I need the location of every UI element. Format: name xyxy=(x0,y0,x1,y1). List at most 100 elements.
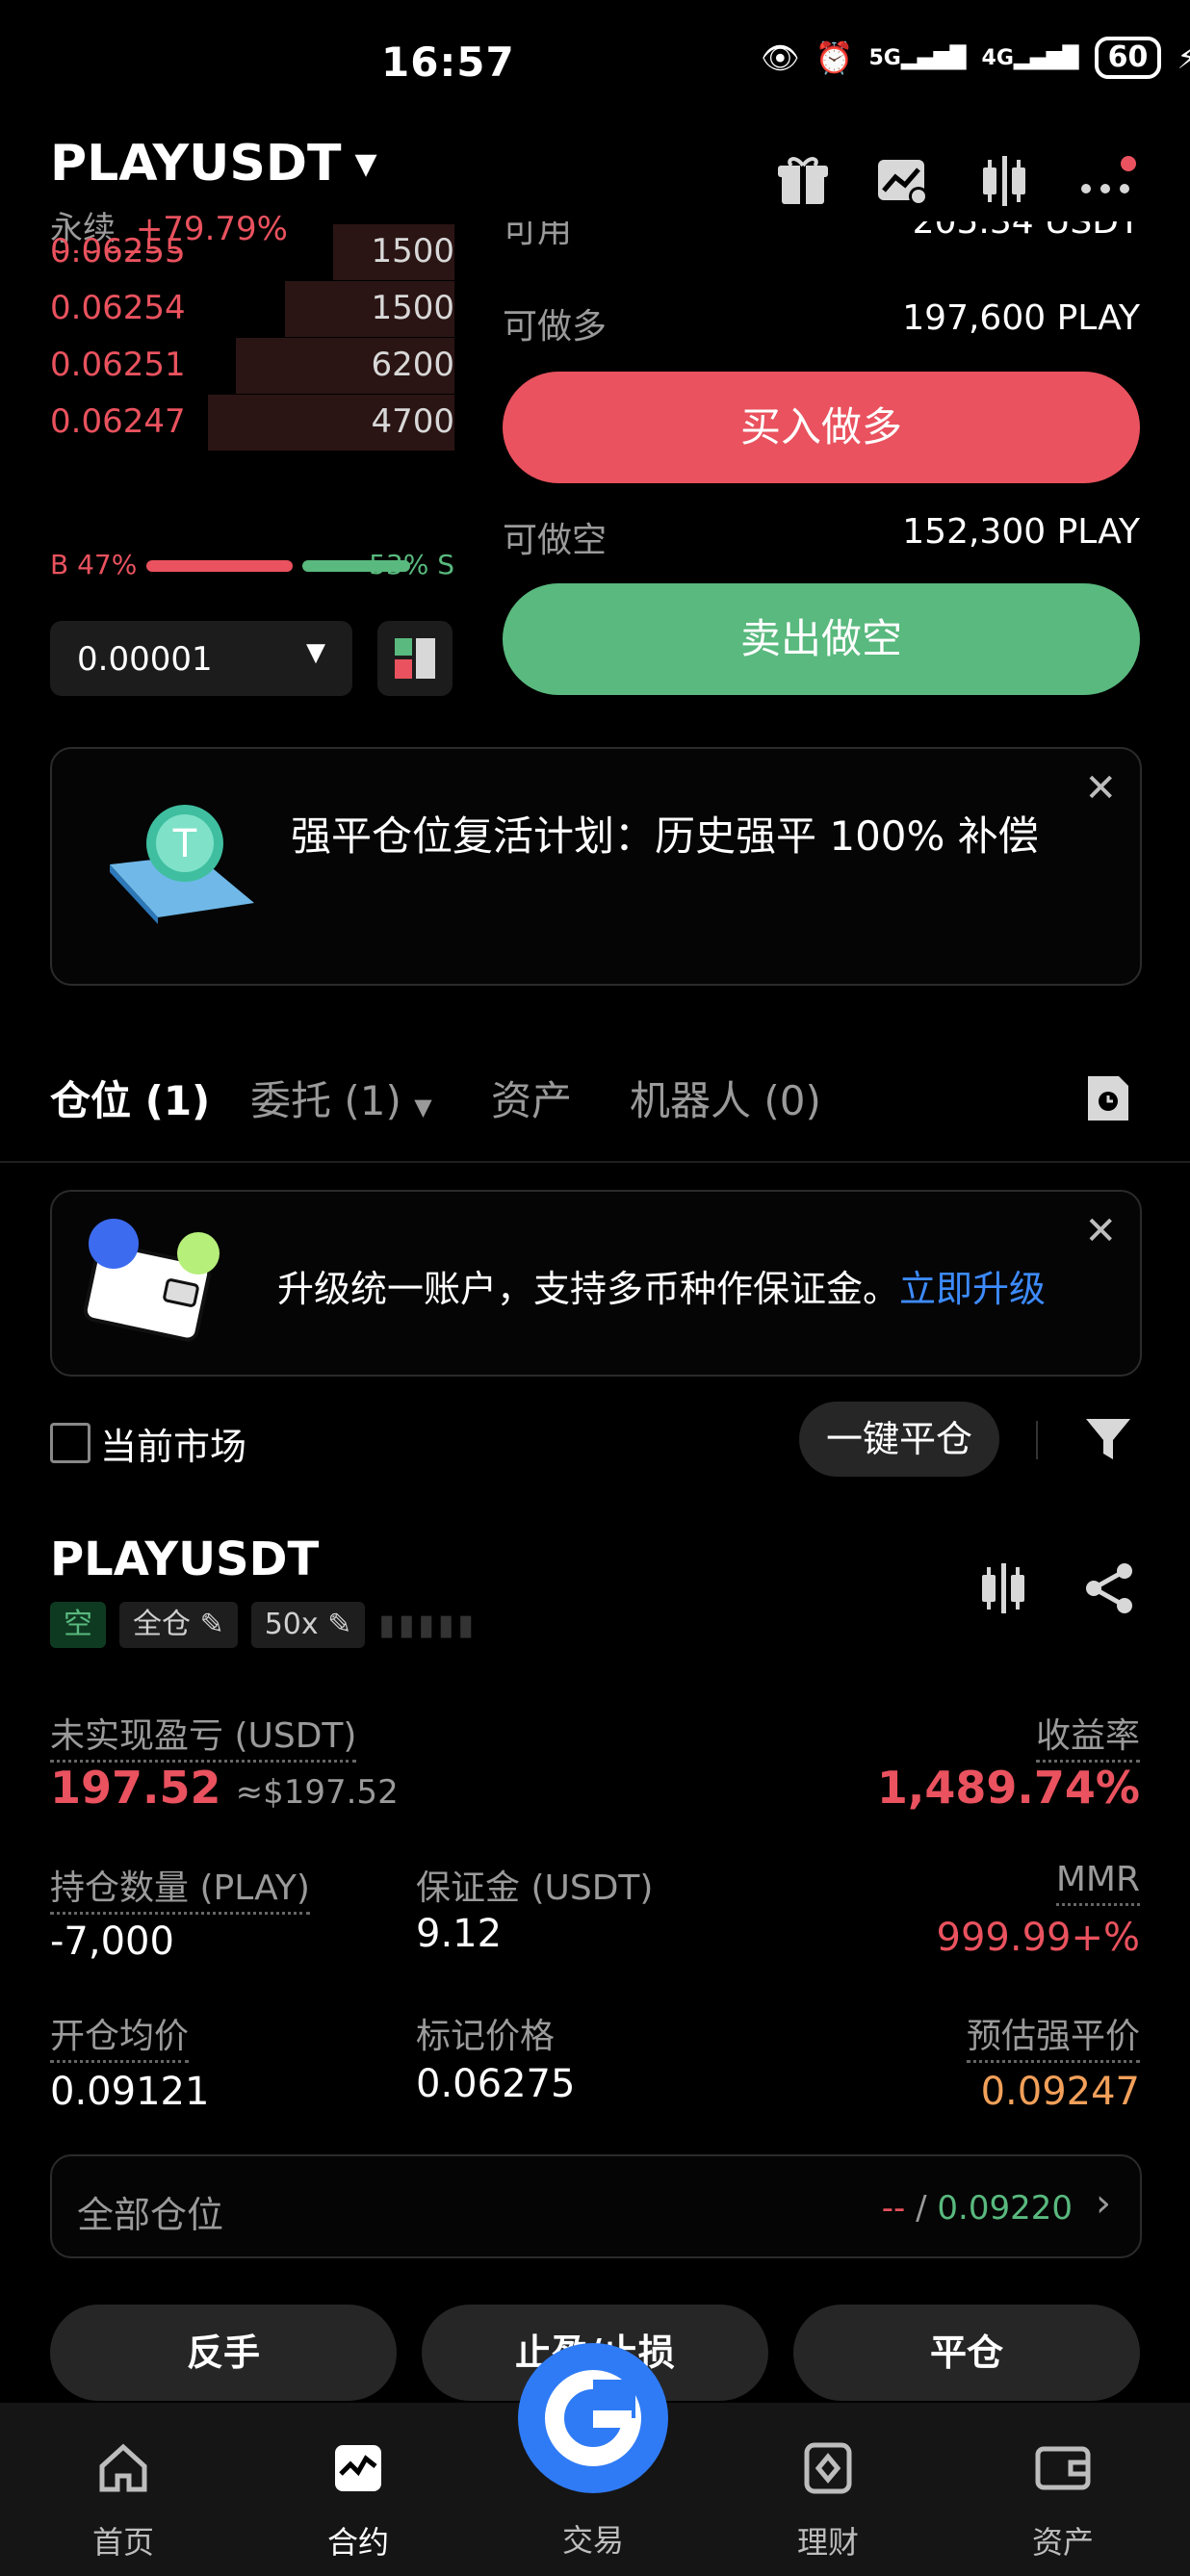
margin-value: 9.12 xyxy=(416,1912,503,1956)
liq-price-value: 0.09247 xyxy=(980,2070,1140,2114)
orderbook-asks: 0.0625830000.0625515000.0625415000.06251… xyxy=(0,0,454,451)
earn-icon xyxy=(751,2441,905,2509)
pair-selector[interactable]: PLAYUSDT ▼ xyxy=(50,135,377,193)
unrealized-pnl-label: 未实现盈亏 (USDT) xyxy=(50,1716,357,1763)
promo-banner[interactable]: T 强平仓位复活计划：历史强平 100% 补偿 ✕ xyxy=(50,747,1142,986)
ask-price: 0.06254 xyxy=(50,289,186,327)
eye-icon: 👁 xyxy=(761,39,800,76)
futures-icon xyxy=(281,2441,435,2509)
nav-home-label: 首页 xyxy=(91,2524,154,2561)
nav-home[interactable]: 首页 xyxy=(46,2441,200,2563)
sell-short-button[interactable]: 卖出做空 xyxy=(503,583,1140,695)
entry-price-label: 开仓均价 xyxy=(50,2017,190,2063)
size-value: -7,000 xyxy=(50,1919,174,1964)
buy-ratio-bar xyxy=(146,560,293,572)
status-icons: 👁 ⏰ 5G▂▄▆█ 4G▂▄▆█ 60 ⚡ xyxy=(761,37,1190,79)
chevron-right-icon: › xyxy=(1096,2181,1111,2226)
pair-title: PLAYUSDT xyxy=(50,135,342,193)
close-all-button[interactable]: 一键平仓 xyxy=(799,1402,999,1477)
caret-down-icon: ▼ xyxy=(354,146,377,181)
long-available-label: 可做多 xyxy=(503,307,608,347)
nav-futures[interactable]: 合约 xyxy=(281,2441,435,2563)
available-row: 可用 205.34 USDT xyxy=(503,221,1140,254)
tab-orders[interactable]: 委托 (1) ▼ xyxy=(250,1069,432,1127)
reverse-button[interactable]: 反手 xyxy=(50,2305,397,2401)
charging-icon: ⚡ xyxy=(1177,39,1190,76)
short-available-value: 152,300 PLAY xyxy=(902,512,1140,552)
margin-label: 保证金 (USDT) xyxy=(416,1868,654,1908)
signal-4g-icon: 4G▂▄▆█ xyxy=(981,45,1079,70)
share-icon[interactable] xyxy=(1082,1561,1136,1619)
position-tags: 空 全仓 ✎ 50x ✎ ▮▮▮▮▮ xyxy=(50,1602,478,1648)
unrealized-pnl-row: 197.52 ≈$197.52 xyxy=(50,1762,399,1814)
trade-logo-icon xyxy=(545,2370,641,2466)
roe-value: 1,489.74% xyxy=(876,1762,1140,1814)
ask-qty: 4700 xyxy=(371,402,454,441)
side-tag: 空 xyxy=(50,1602,106,1648)
history-icon[interactable] xyxy=(1084,1072,1132,1128)
current-market-checkbox[interactable] xyxy=(50,1423,91,1463)
buy-ratio: B 47% xyxy=(50,549,138,580)
wallet-nav-icon xyxy=(986,2441,1140,2509)
mmr-label: MMR xyxy=(1055,1860,1140,1906)
orderbook-ask-row[interactable]: 0.06254 1500 xyxy=(50,281,454,337)
nav-assets[interactable]: 资产 xyxy=(986,2441,1140,2563)
orderbook-ask-row[interactable]: 0.06255 1500 xyxy=(50,224,454,280)
caret-down-icon: ▼ xyxy=(414,1094,432,1121)
ask-qty: 6200 xyxy=(371,346,454,384)
close-icon[interactable]: ✕ xyxy=(1084,1209,1117,1253)
long-available-value: 197,600 PLAY xyxy=(902,298,1140,338)
candlestick-icon[interactable] xyxy=(978,154,1032,212)
edit-icon: ✎ xyxy=(327,1608,352,1641)
sell-ratio: 53% S xyxy=(369,549,454,580)
ask-qty: 1500 xyxy=(371,289,454,327)
unrealized-pnl-usd: ≈$197.52 xyxy=(235,1773,399,1812)
orderbook-ask-row[interactable]: 0.06247 4700 xyxy=(50,395,454,451)
mark-price-label: 标记价格 xyxy=(416,2017,556,2056)
tab-positions[interactable]: 仓位 (1) xyxy=(50,1069,210,1127)
nav-assets-label: 资产 xyxy=(1031,2524,1094,2561)
gift-icon[interactable] xyxy=(776,154,830,212)
liq-price-label: 预估强平价 xyxy=(966,2017,1140,2063)
close-icon[interactable]: ✕ xyxy=(1084,766,1117,811)
nav-futures-label: 合约 xyxy=(326,2524,389,2561)
current-market-label: 当前市场 xyxy=(100,1426,247,1468)
buy-long-button[interactable]: 买入做多 xyxy=(503,372,1140,483)
candlestick-icon[interactable] xyxy=(978,1561,1030,1619)
buy-sell-ratio: B 47% 53% S xyxy=(50,549,454,587)
nav-earn[interactable]: 理财 xyxy=(751,2441,905,2563)
tick-size-value: 0.00001 xyxy=(77,640,213,679)
tab-assets[interactable]: 资产 xyxy=(491,1069,572,1127)
all-positions-row[interactable]: 全部仓位 -- / 0.09220 › xyxy=(50,2154,1142,2258)
all-positions-summary: -- / 0.09220 xyxy=(882,2189,1073,2228)
orderbook-ask-row[interactable]: 0.06251 6200 xyxy=(50,338,454,394)
trade-fab-button[interactable] xyxy=(518,2343,668,2493)
margin-mode-tag[interactable]: 全仓 ✎ xyxy=(119,1602,238,1648)
mark-price-value: 0.06275 xyxy=(416,2062,576,2106)
signal-5g-icon: 5G▂▄▆█ xyxy=(868,45,967,70)
available-value: 205.34 USDT xyxy=(912,221,1140,242)
promo-text: 强平仓位复活计划：历史强平 100% 补偿 xyxy=(291,812,1039,860)
upgrade-link[interactable]: 立即升级 xyxy=(899,1268,1046,1310)
leverage-tag[interactable]: 50x ✎ xyxy=(250,1602,366,1648)
more-icon[interactable] xyxy=(1078,154,1136,212)
entry-price-value: 0.09121 xyxy=(50,2070,210,2114)
unrealized-pnl-value: 197.52 xyxy=(50,1762,221,1814)
upgrade-banner[interactable]: 升级统一账户，支持多币种作保证金。立即升级 ✕ xyxy=(50,1190,1142,1377)
tick-size-select[interactable]: 0.00001 ▼ xyxy=(50,621,352,696)
caret-down-icon: ▼ xyxy=(306,638,325,667)
orderbook-layout-button[interactable] xyxy=(377,621,453,696)
tabs-divider xyxy=(0,1161,1190,1163)
nav-trade[interactable]: 交易 xyxy=(516,2507,670,2561)
battery-icon: 60 xyxy=(1094,37,1162,79)
all-positions-pnl: -- xyxy=(881,2189,906,2228)
wallet-coin-icon: T xyxy=(100,797,264,936)
tab-bots[interactable]: 机器人 (0) xyxy=(630,1069,821,1127)
size-label: 持仓数量 (PLAY) xyxy=(50,1868,310,1915)
short-available-label: 可做空 xyxy=(503,521,608,560)
close-position-button[interactable]: 平仓 xyxy=(793,2305,1140,2401)
all-positions-separator: / xyxy=(916,2189,927,2228)
chart-settings-icon[interactable] xyxy=(876,154,930,212)
filter-icon[interactable] xyxy=(1084,1415,1132,1467)
upgrade-text-row: 升级统一账户，支持多币种作保证金。立即升级 xyxy=(277,1259,1046,1312)
